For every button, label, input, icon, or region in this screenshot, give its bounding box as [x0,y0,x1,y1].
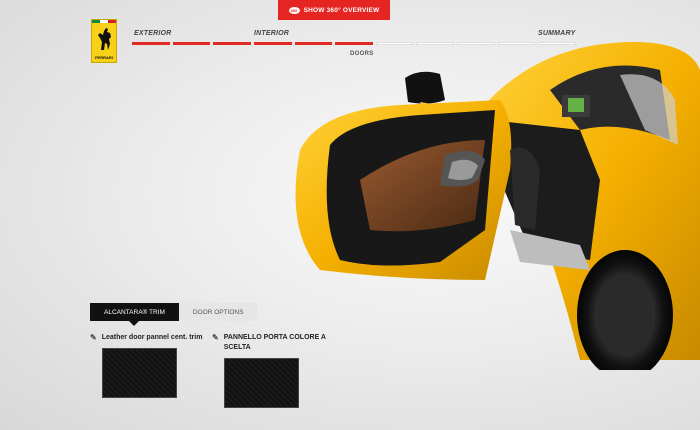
option-pannello-porta[interactable]: ✎ PANNELLO PORTA COLORE A SCELTA [212,333,332,353]
360-icon: 360 [288,6,300,14]
car-interior-render [295,41,700,370]
tab-door-options[interactable]: DOOR OPTIONS [178,303,258,321]
overview-button-label: SHOW 360° OVERVIEW [303,6,380,14]
pencil-icon: ✎ [90,333,97,342]
option-tabs: ALCANTARA® TRIM DOOR OPTIONS [90,303,258,326]
italian-flag-stripe [92,20,116,23]
progress-segment [213,42,251,45]
option-label: PANNELLO PORTA COLORE A SCELTA [223,334,326,351]
swatch-pannello-porta[interactable] [224,358,299,408]
progress-segment [132,42,170,45]
step-exterior[interactable]: EXTERIOR [134,30,171,37]
show-360-overview-button[interactable]: 360 SHOW 360° OVERVIEW [278,0,390,20]
swatch-leather-door-panel[interactable] [102,348,177,398]
prancing-horse-icon [98,28,111,50]
tab-alcantara-trim[interactable]: ALCANTARA® TRIM [90,303,179,326]
progress-segment [172,42,211,45]
ferrari-logo: FERRARI [91,19,117,63]
option-label: Leather door pannel cent. trim [101,334,203,341]
option-leather-door-panel[interactable]: ✎ Leather door pannel cent. trim [90,333,215,343]
pencil-icon: ✎ [212,333,219,342]
logo-wordmark: FERRARI [95,55,113,60]
